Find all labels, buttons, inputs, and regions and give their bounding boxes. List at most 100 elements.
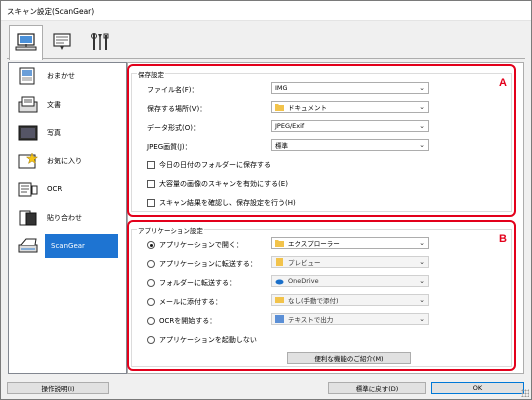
file-name-value: IMG <box>275 84 288 92</box>
start-ocr-select[interactable]: テキストで出力 ⌄ <box>271 313 429 325</box>
checkbox-box[interactable] <box>147 199 155 207</box>
sidebar-item-favorites[interactable]: お気に入り <box>9 149 126 173</box>
checkbox-box[interactable] <box>147 161 155 169</box>
open-with-app-radio[interactable]: アプリケーションで開く： <box>147 240 243 250</box>
do-not-start-app-radio[interactable]: アプリケーションを起動しない <box>147 335 257 345</box>
checkbox-label: スキャン結果を確認し、保存設定を行う(H) <box>159 199 296 207</box>
title-bar: スキャン設定(ScanGear) <box>1 1 531 21</box>
document-icon <box>18 96 38 113</box>
chevron-down-icon: ⌄ <box>419 103 425 111</box>
preview-icon <box>276 258 283 266</box>
attach-to-email-select[interactable]: なし(手動で添付) ⌄ <box>271 294 429 306</box>
sidebar-item-ocr[interactable]: OCR <box>9 177 126 201</box>
sidebar-item-label: 文書 <box>47 101 61 109</box>
chevron-down-icon: ⌄ <box>419 239 425 247</box>
save-settings-title: 保存設定 <box>137 69 165 79</box>
radio-dot[interactable] <box>147 298 155 306</box>
scan-from-computer-icon <box>15 33 37 51</box>
explorer-icon <box>275 240 284 247</box>
sidebar-item-label: 貼り合わせ <box>47 214 82 222</box>
resize-grip-icon[interactable] <box>521 389 529 397</box>
radio-label: OCRを開始する： <box>159 317 217 325</box>
scangear-icon-cell[interactable] <box>9 234 45 258</box>
marker-a: A <box>499 77 507 89</box>
open-with-app-value: エクスプローラー <box>288 240 340 248</box>
ok-button[interactable]: OK <box>431 382 524 394</box>
window-title: スキャン設定(ScanGear) <box>7 7 95 16</box>
instructions-button[interactable]: 操作説明(I) <box>7 382 109 394</box>
onedrive-icon <box>275 279 284 285</box>
radio-dot[interactable] <box>147 260 155 268</box>
mail-icon <box>275 297 284 303</box>
large-image-scan-checkbox[interactable]: 大容量の画像のスキャンを有効にする(E) <box>147 179 288 189</box>
sidebar-item-label: OCR <box>47 185 63 193</box>
check-scan-results-checkbox[interactable]: スキャン結果を確認し、保存設定を行う(H) <box>147 198 296 208</box>
radio-label: アプリケーションを起動しない <box>159 336 257 344</box>
start-ocr-value: テキストで出力 <box>288 316 334 324</box>
photo-icon <box>18 125 38 141</box>
more-functions-button[interactable]: 便利な機能のご紹介(M) <box>287 352 411 364</box>
sidebar-item-label: お気に入り <box>47 157 82 165</box>
save-in-label: 保存する場所(V)： <box>147 105 207 113</box>
jpeg-quality-value: 標準 <box>275 142 288 150</box>
chevron-down-icon: ⌄ <box>419 141 425 149</box>
tab-general-settings[interactable] <box>83 25 117 58</box>
data-format-label: データ形式(O)： <box>147 124 200 132</box>
radio-dot[interactable] <box>147 336 155 344</box>
open-with-app-select[interactable]: エクスプローラー ⌄ <box>271 237 429 249</box>
radio-label: アプリケーションに転送する： <box>159 260 257 268</box>
favorites-icon <box>18 152 39 169</box>
start-ocr-radio[interactable]: OCRを開始する： <box>147 316 216 326</box>
defaults-button[interactable]: 標準に戻す(D) <box>328 382 426 394</box>
checkbox-label: 大容量の画像のスキャンを有効にする(E) <box>159 180 288 188</box>
radio-label: メールに添付する： <box>159 298 222 306</box>
chevron-down-icon: ⌄ <box>419 315 425 323</box>
send-to-folder-value: OneDrive <box>288 277 319 285</box>
send-to-app-radio[interactable]: アプリケーションに転送する： <box>147 259 257 269</box>
send-to-app-select[interactable]: プレビュー ⌄ <box>271 256 429 268</box>
marker-b: B <box>499 233 507 245</box>
sidebar-item-label: 写真 <box>47 129 61 137</box>
sidebar-item-scangear[interactable]: ScanGear <box>45 234 118 258</box>
data-format-select[interactable]: JPEG/Exif ⌄ <box>271 120 429 132</box>
radio-dot[interactable] <box>147 317 155 325</box>
radio-dot[interactable] <box>147 241 155 249</box>
save-in-select[interactable]: ドキュメント ⌄ <box>271 101 429 113</box>
text-output-icon <box>275 315 284 323</box>
auto-scan-icon <box>19 67 35 85</box>
app-settings-title: アプリケーション設定 <box>137 225 204 235</box>
sidebar-item-auto[interactable]: おまかせ <box>9 64 126 88</box>
general-settings-icon <box>91 32 109 50</box>
sidebar-item-document[interactable]: 文書 <box>9 93 126 117</box>
sidebar-item-stitch[interactable]: 貼り合わせ <box>9 206 126 230</box>
attach-to-email-radio[interactable]: メールに添付する： <box>147 297 222 307</box>
file-name-label: ファイル名(F)： <box>147 86 199 94</box>
chevron-down-icon[interactable]: ⌄ <box>419 84 425 92</box>
save-to-date-folder-checkbox[interactable]: 今日の日付のフォルダーに保存する <box>147 160 271 170</box>
radio-label: フォルダーに転送する： <box>159 279 236 287</box>
radio-label: アプリケーションで開く： <box>159 241 243 249</box>
tab-divider <box>7 58 525 59</box>
data-format-value: JPEG/Exif <box>275 122 305 130</box>
send-to-app-value: プレビュー <box>288 259 321 267</box>
jpeg-quality-select[interactable]: 標準 ⌄ <box>271 139 429 151</box>
sidebar-item-label: おまかせ <box>47 72 75 80</box>
tab-scan-from-computer[interactable] <box>9 25 43 60</box>
scan-settings-window: スキャン設定(ScanGear) おまかせ 文書 写真 お気に入り OCR 貼り… <box>0 0 532 400</box>
sidebar-item-label: ScanGear <box>51 242 85 250</box>
send-to-folder-radio[interactable]: フォルダーに転送する： <box>147 278 236 288</box>
sidebar-item-photo[interactable]: 写真 <box>9 121 126 145</box>
attach-to-email-value: なし(手動で添付) <box>288 297 339 305</box>
chevron-down-icon: ⌄ <box>419 296 425 304</box>
ocr-icon <box>18 182 38 197</box>
tab-scan-from-panel[interactable] <box>45 25 79 58</box>
save-in-value: ドキュメント <box>288 104 327 112</box>
scangear-icon <box>18 238 38 253</box>
folder-icon <box>275 104 284 111</box>
file-name-input[interactable]: IMG ⌄ <box>271 82 429 94</box>
radio-dot[interactable] <box>147 279 155 287</box>
scan-from-panel-icon <box>53 32 71 50</box>
scan-mode-list: おまかせ 文書 写真 お気に入り OCR 貼り合わせ ScanGear <box>8 62 127 374</box>
checkbox-box[interactable] <box>147 180 155 188</box>
send-to-folder-select[interactable]: OneDrive ⌄ <box>271 275 429 287</box>
